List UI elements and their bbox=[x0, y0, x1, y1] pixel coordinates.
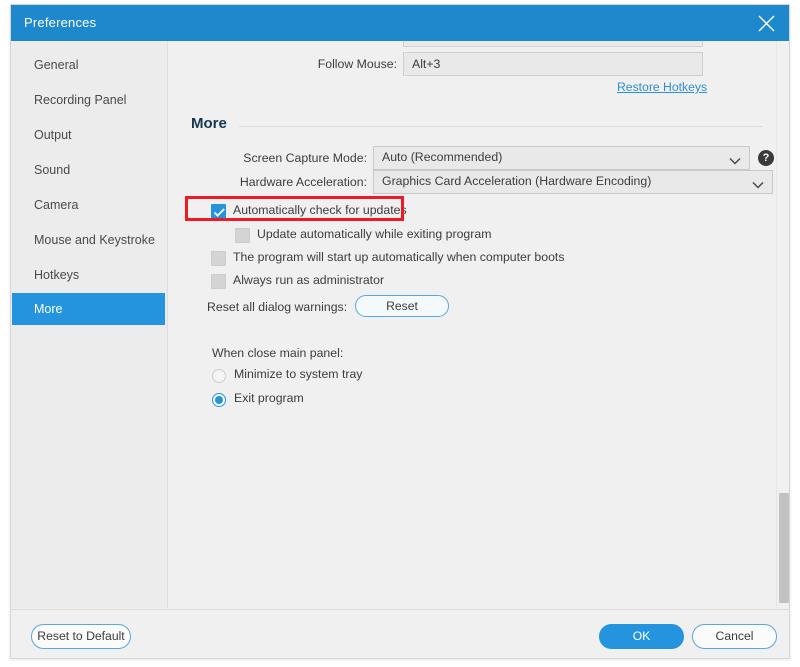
checkbox-box bbox=[211, 251, 226, 266]
follow-mouse-label: Follow Mouse: bbox=[317, 57, 397, 71]
checkmark-icon bbox=[211, 204, 226, 219]
checkbox-box bbox=[235, 228, 250, 243]
follow-mouse-input[interactable]: Alt+3 bbox=[403, 52, 703, 76]
more-section-divider bbox=[239, 126, 763, 127]
hardware-acceleration-value: Graphics Card Acceleration (Hardware Enc… bbox=[382, 174, 652, 188]
checkbox-label: Always run as administrator bbox=[233, 273, 385, 287]
radio-circle-selected bbox=[212, 393, 226, 407]
screen-capture-mode-value: Auto (Recommended) bbox=[382, 150, 503, 164]
radio-circle bbox=[212, 369, 226, 383]
sidebar: General Recording Panel Output Sound Cam… bbox=[11, 41, 168, 608]
chevron-down-icon bbox=[752, 178, 764, 192]
close-panel-label: When close main panel: bbox=[212, 346, 344, 360]
sidebar-item-recording-panel[interactable]: Recording Panel bbox=[12, 84, 165, 116]
content-scrollbar-thumb[interactable] bbox=[779, 493, 789, 603]
reset-warnings-button[interactable]: Reset bbox=[355, 295, 449, 317]
radio-label: Minimize to system tray bbox=[234, 367, 363, 381]
sidebar-item-output[interactable]: Output bbox=[12, 119, 165, 151]
dialog-footer: Reset to Default OK Cancel bbox=[11, 609, 789, 658]
sidebar-item-hotkeys[interactable]: Hotkeys bbox=[12, 259, 165, 291]
checkbox-label: Update automatically while exiting progr… bbox=[257, 227, 492, 241]
checkbox-box bbox=[211, 274, 226, 289]
title-bar: Preferences bbox=[11, 5, 789, 41]
reset-warnings-label: Reset all dialog warnings: bbox=[207, 300, 348, 314]
screen-capture-mode-label: Screen Capture Mode: bbox=[243, 151, 367, 165]
screen-capture-mode-select[interactable]: Auto (Recommended) bbox=[373, 146, 750, 170]
hotkey-field-partial[interactable] bbox=[403, 41, 703, 47]
content-pane: Follow Mouse: Alt+3 Restore Hotkeys More… bbox=[169, 41, 789, 608]
restore-hotkeys-link[interactable]: Restore Hotkeys bbox=[617, 80, 707, 94]
sidebar-item-general[interactable]: General bbox=[12, 49, 165, 81]
sidebar-item-more[interactable]: More bbox=[12, 293, 165, 325]
cancel-button[interactable]: Cancel bbox=[692, 624, 777, 649]
radio-label: Exit program bbox=[234, 391, 304, 405]
window-title: Preferences bbox=[24, 15, 97, 30]
sidebar-item-mouse-and-keystroke[interactable]: Mouse and Keystroke bbox=[12, 224, 165, 256]
more-section-title: More bbox=[191, 115, 227, 132]
sidebar-item-sound[interactable]: Sound bbox=[12, 154, 165, 186]
hardware-acceleration-label: Hardware Acceleration: bbox=[239, 175, 367, 189]
checkbox-label: The program will start up automatically … bbox=[233, 250, 565, 264]
content-scrollbar-track[interactable] bbox=[776, 41, 789, 608]
checkbox-label: Automatically check for updates bbox=[233, 203, 407, 217]
preferences-dialog: Preferences General Recording Panel Outp… bbox=[10, 4, 790, 659]
ok-button[interactable]: OK bbox=[599, 624, 684, 649]
hardware-acceleration-select[interactable]: Graphics Card Acceleration (Hardware Enc… bbox=[373, 170, 773, 194]
close-button[interactable] bbox=[743, 5, 789, 41]
question-mark-icon[interactable]: ? bbox=[758, 150, 774, 166]
reset-to-default-button[interactable]: Reset to Default bbox=[31, 624, 131, 649]
sidebar-item-camera[interactable]: Camera bbox=[12, 189, 165, 221]
chevron-down-icon bbox=[729, 154, 741, 168]
